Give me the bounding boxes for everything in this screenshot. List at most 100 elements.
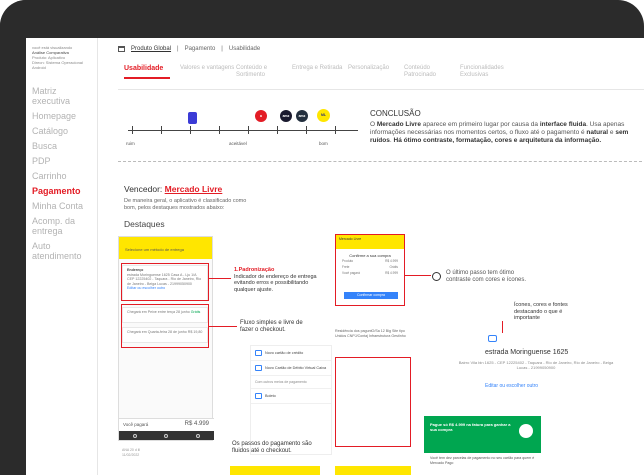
sidebar-item-acomp-entrega[interactable]: Acomp. da entrega xyxy=(32,216,96,236)
tab-valores[interactable]: Valores e vantagens xyxy=(180,65,236,79)
device-bezel-left xyxy=(0,0,26,475)
conclusion-title: CONCLUSÃO xyxy=(370,109,421,118)
scale-label-aceitavel: aceitável xyxy=(229,141,247,146)
user-info: você está visualizando Análise Comparati… xyxy=(32,45,96,70)
winner-heading: Vencedor: Mercado Livre xyxy=(124,184,223,194)
success-message: Pague só R$ 4.999 na fatura para ganhar … xyxy=(430,422,511,432)
credit-card-icon xyxy=(255,350,262,356)
annotation-padronizacao: 1.Padronização Indicador de endereço de e… xyxy=(234,267,317,293)
annotation-fluxo: Fluxo simples e livre de fazer o checkou… xyxy=(240,320,303,333)
connector-line xyxy=(502,321,503,333)
store-icon xyxy=(118,46,125,52)
payment-option-debit[interactable]: Novo Cartão de Débito Virtual Caixa xyxy=(251,361,331,376)
app-screen: você está visualizando Análise Comparati… xyxy=(26,38,644,475)
sidebar-item-busca[interactable]: Busca xyxy=(32,141,96,151)
scale-tick xyxy=(335,126,336,134)
highlight-box-payment xyxy=(335,357,411,447)
brand-logo-red: a xyxy=(255,110,267,122)
annotation-marker xyxy=(432,272,441,281)
back-icon xyxy=(132,433,137,438)
barcode-icon xyxy=(255,393,262,399)
scale-tick xyxy=(277,126,278,134)
conclusion-text: O Mercado Livre aparece em primeiro luga… xyxy=(370,121,629,144)
success-details: Você tem dez parcelas de pagamento no se… xyxy=(424,453,541,475)
popup-row: Você pagará R$ 4.999 xyxy=(342,271,398,275)
winner-name: Mercado Livre xyxy=(164,184,223,194)
brand-logo-amazon-2: amz xyxy=(296,110,308,122)
device-bezel-top xyxy=(0,0,644,38)
phone-nav-bar xyxy=(119,431,214,440)
sidebar-item-pagamento[interactable]: Pagamento xyxy=(32,186,96,196)
brand-logo-amazon: amz xyxy=(280,110,292,122)
sidebar: você está visualizando Análise Comparati… xyxy=(26,38,98,475)
phone-preview-header xyxy=(335,466,411,475)
annotation-icones: Ícones, cores e fontes destacando o que … xyxy=(514,302,568,321)
tab-divider xyxy=(118,89,644,90)
brand-logo-mercadolivre: ML xyxy=(317,109,330,122)
connector-line xyxy=(209,326,237,327)
scale-label-bom: bom xyxy=(319,141,328,146)
tab-conteudo[interactable]: Conteúdo e Sortimento xyxy=(236,65,292,79)
edit-address-link[interactable]: Editar ou escolher outro xyxy=(485,383,538,389)
breadcrumb-item[interactable]: Pagamento xyxy=(185,46,216,52)
debit-card-icon xyxy=(255,365,262,371)
brand-logo-b xyxy=(188,112,197,124)
breadcrumb-item[interactable]: Produto Global xyxy=(131,46,171,52)
sidebar-item-catalogo[interactable]: Catálogo xyxy=(32,126,96,136)
breadcrumb-item[interactable]: Usabilidade xyxy=(229,46,260,52)
tab-funcionalidades[interactable]: Funcionalidades Exclusivas xyxy=(460,65,516,79)
home-icon xyxy=(164,433,169,438)
sidebar-item-matriz[interactable]: Matriz executiva xyxy=(32,86,96,106)
scale-label-ruim: ruim xyxy=(126,141,135,146)
scale-tick xyxy=(306,126,307,134)
connector-line xyxy=(405,275,431,276)
device-frame: você está visualizando Análise Comparati… xyxy=(0,0,644,475)
phone-footer: Você pagará R$ 4.999 xyxy=(119,418,214,440)
tab-personalizacao[interactable]: Personalização xyxy=(348,65,404,79)
breadcrumb: Produto Global | Pagamento | Usabilidade xyxy=(118,46,260,52)
scale-tick xyxy=(132,126,133,134)
scale-tick xyxy=(161,126,162,134)
sidebar-item-pdp[interactable]: PDP xyxy=(32,156,96,166)
winner-description: De maneira geral, o aplicativo é classif… xyxy=(124,198,247,211)
payment-option-credit[interactable]: Novo cartão de crédito xyxy=(251,346,331,361)
avatar xyxy=(519,424,533,438)
scale-tick xyxy=(190,126,191,134)
confirm-purchase-button[interactable]: Confirmar compra xyxy=(344,292,398,299)
annotation-passos: Os passos do pagamento são fluidos até o… xyxy=(232,441,312,454)
phone-header: Selecione um método de entrega xyxy=(119,237,212,259)
tab-conteudo-patrocinado[interactable]: Conteúdo Patrocinado xyxy=(404,65,460,79)
user-info-line: Direcn: Sistema Operacional Android xyxy=(32,60,83,70)
payment-success-card: Pague só R$ 4.999 na fatura para ganhar … xyxy=(424,416,541,475)
breadcrumb-separator: | xyxy=(221,46,223,52)
tab-bar: Usabilidade Valores e vantagens Conteúdo… xyxy=(124,65,516,79)
confirm-purchase-popup: Mercado Livre Confirme a sua compra Prod… xyxy=(335,234,405,306)
breadcrumb-separator: | xyxy=(177,46,179,52)
sidebar-nav: Matriz executiva Homepage Catálogo Busca… xyxy=(32,86,96,266)
tab-usabilidade[interactable]: Usabilidade xyxy=(124,65,170,79)
tab-entrega[interactable]: Entrega e Retirada xyxy=(292,65,348,79)
scale-tick xyxy=(219,126,220,134)
connector-line xyxy=(209,278,231,279)
payment-options-panel: Novo cartão de crédito Novo Cartão de Dé… xyxy=(250,345,332,455)
store-info-text: Residência dos paguntO/Sa 12 Big Site ti… xyxy=(335,329,406,338)
popup-header: Mercado Livre xyxy=(336,235,404,249)
sidebar-item-minha-conta[interactable]: Minha Conta xyxy=(32,201,96,211)
rating-scale xyxy=(128,130,358,131)
annotation-ultimo: O último passo tem ótimo contraste com c… xyxy=(446,270,527,283)
section-divider xyxy=(118,161,642,162)
payment-option-boleto[interactable]: Boleto xyxy=(251,389,331,404)
truck-icon xyxy=(488,335,497,342)
address-detail: Bairro Vila bin 1625 - CEP 12225402 - Ta… xyxy=(458,360,614,370)
phone-preview-header xyxy=(230,466,320,475)
sidebar-item-homepage[interactable]: Homepage xyxy=(32,111,96,121)
highlights-heading: Destaques xyxy=(124,219,165,229)
payment-section-label: Com outros meios de pagamento xyxy=(251,376,331,389)
phone-meta: ANA 20 d ill 11/02/2022 xyxy=(122,448,141,457)
sidebar-item-auto-atendimento[interactable]: Auto atendimento xyxy=(32,241,96,261)
address-title: estrada Moringuense 1625 xyxy=(485,349,569,356)
recent-icon xyxy=(196,433,201,438)
sidebar-item-carrinho[interactable]: Carrinho xyxy=(32,171,96,181)
scale-tick xyxy=(248,126,249,134)
highlight-box-shipping xyxy=(121,304,209,348)
